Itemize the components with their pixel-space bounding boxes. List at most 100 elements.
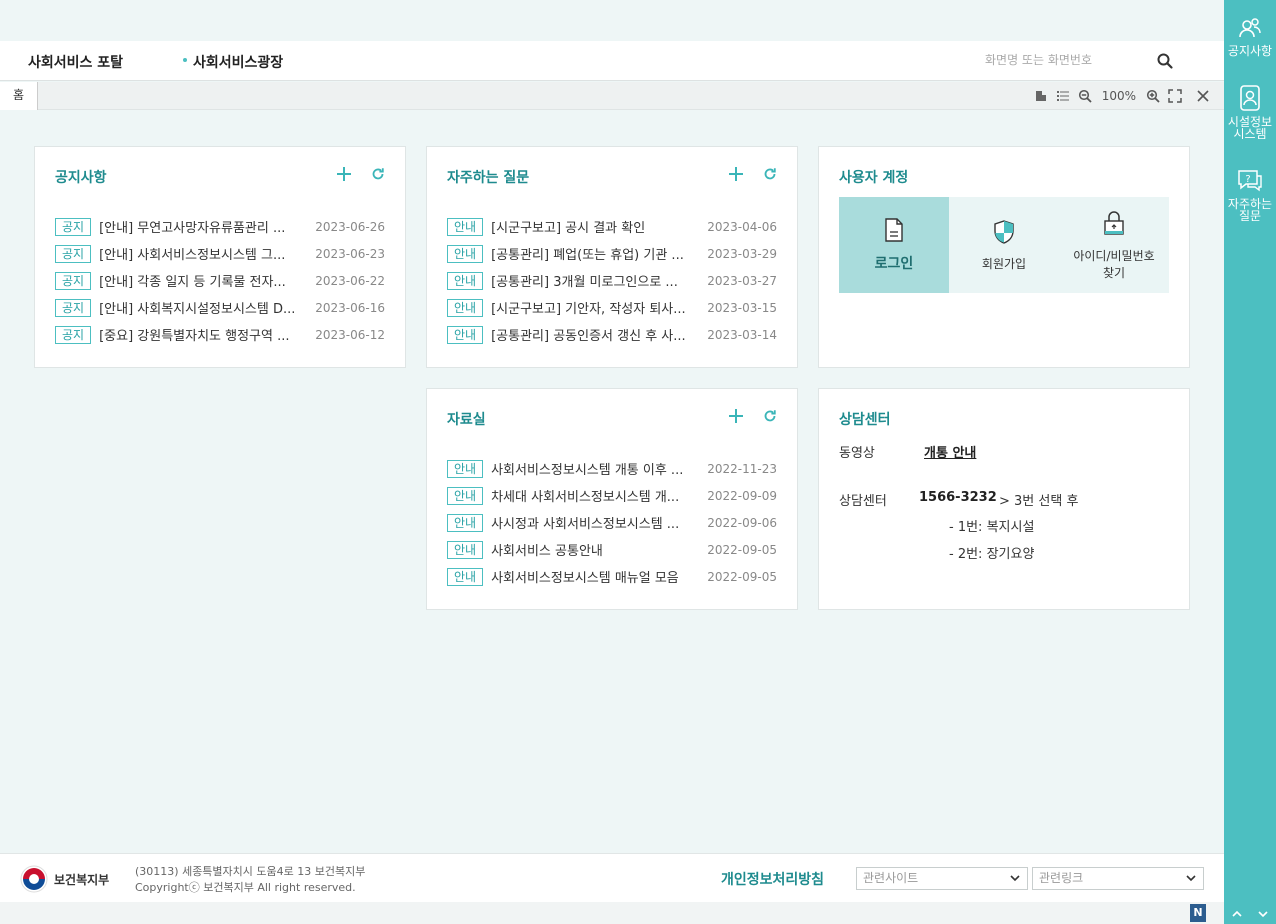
badge: 안내 [447, 486, 484, 505]
list-item[interactable]: 안내 [시군구보고] 공시 결과 확인 2023-04-06 [447, 213, 777, 240]
list-item[interactable]: 공지 [안내] 무연고사망자유류품관리 ... 2023-06-26 [55, 213, 385, 240]
bottom-bar [0, 902, 1224, 924]
notice-more-plus-icon[interactable] [335, 165, 353, 183]
library-refresh-icon[interactable] [761, 407, 779, 425]
faq-actions [727, 165, 779, 183]
badge: 안내 [447, 217, 484, 236]
list-item[interactable]: 안내 사회서비스정보시스템 개통 이후 ... 2022-11-23 [447, 455, 777, 482]
chevron-down-icon [1186, 875, 1196, 882]
search-icon[interactable] [1156, 52, 1174, 70]
right-quick-bar: 공지사항 시설정보 시스템 ? 자주하는 질문 [1224, 0, 1276, 924]
copyright-line: Copyrightⓒ 보건복지부 All right reserved. [135, 881, 356, 894]
badge: 안내 [447, 540, 484, 559]
badge: 공지 [55, 298, 92, 317]
related-links-select[interactable]: 관련링크 [1032, 867, 1204, 890]
nav-item-label: 사회서비스광장 [193, 55, 284, 71]
faq-refresh-icon[interactable] [761, 165, 779, 183]
shield-icon [994, 219, 1014, 244]
related-sites-select[interactable]: 관련사이트 [856, 867, 1028, 890]
faq-card: 자주하는 질문 안내 [시군구보고] 공시 결과 확인 2023-04-06 안내 [… [426, 146, 798, 368]
chevron-up-icon[interactable] [1230, 907, 1244, 921]
library-title: 자료실 [447, 412, 486, 428]
zoom-level: 100% [1101, 89, 1136, 103]
item-title: 사회서비스정보시스템 개통 이후 ... [491, 463, 684, 478]
item-date: 2023-06-22 [315, 273, 385, 288]
quick-faq[interactable]: ? 자주하는 질문 [1224, 168, 1276, 222]
view-tools: 100% [1034, 87, 1210, 105]
faq-more-plus-icon[interactable] [727, 165, 745, 183]
library-actions [727, 407, 779, 425]
counsel-title: 상담센터 [839, 412, 891, 428]
video-link[interactable]: 개통 안내 [924, 442, 976, 461]
badge: 안내 [447, 244, 484, 263]
list-item[interactable]: 공지 [안내] 사회복지시설정보시스템 D... 2023-06-16 [55, 294, 385, 321]
notice-title: 공지사항 [55, 170, 107, 186]
account-title: 사용자 계정 [839, 170, 909, 186]
notice-refresh-icon[interactable] [369, 165, 387, 183]
notice-list: 공지 [안내] 무연고사망자유류품관리 ... 2023-06-26 공지 [안내] … [55, 213, 385, 348]
portal-title[interactable]: 사회서비스 포탈 [28, 52, 123, 72]
item-date: 2023-06-26 [315, 219, 385, 234]
item-title: [안내] 사회서비스정보시스템 그... [99, 248, 286, 263]
video-label: 동영상 [839, 446, 875, 461]
zoom-out-icon[interactable] [1078, 89, 1092, 103]
list-item[interactable]: 안내 차세대 사회서비스정보시스템 개... 2022-09-09 [447, 482, 777, 509]
chevron-down-icon[interactable] [1256, 907, 1270, 921]
list-item[interactable]: 공지 [중요] 강원특별자치도 행정구역 ... 2023-06-12 [55, 321, 385, 348]
list-item[interactable]: 안내 [시군구보고] 기안자, 작성자 퇴사... 2023-03-15 [447, 294, 777, 321]
counsel-card: 상담센터 동영상 개통 안내 상담센터 1566-3232 > 3번 선택 후 … [818, 388, 1190, 610]
list-item[interactable]: 안내 [공통관리] 3개월 미로그인으로 ... 2023-03-27 [447, 267, 777, 294]
zoom-in-icon[interactable] [1146, 89, 1160, 103]
phone-number: 1566-3232 [919, 490, 997, 505]
account-card: 사용자 계정 로그인 회원가입 아이디/비밀번호 찾기 [818, 146, 1190, 368]
list-item[interactable]: 안내 [공통관리] 폐업(또는 휴업) 기관 ... 2023-03-29 [447, 240, 777, 267]
item-date: 2022-09-05 [707, 569, 777, 584]
login-label: 로그인 [874, 256, 914, 272]
n-badge[interactable]: N [1190, 904, 1206, 922]
related-sites-value: 관련사이트 [863, 871, 919, 885]
item-date: 2023-06-23 [315, 246, 385, 261]
item-title: [안내] 각종 일지 등 기록물 전자... [99, 275, 286, 290]
item-title: 사회서비스정보시스템 매뉴얼 모음 [491, 571, 679, 586]
list-item[interactable]: 안내 사회서비스정보시스템 매뉴얼 모음 2022-09-05 [447, 563, 777, 590]
center-label: 상담센터 [839, 494, 887, 509]
bookmark-icon[interactable] [1034, 89, 1048, 103]
list-item[interactable]: 안내 사시정과 사회서비스정보시스템 ... 2022-09-06 [447, 509, 777, 536]
ministry-logo[interactable]: 보건복지부 [20, 865, 109, 893]
list-item[interactable]: 안내 사회서비스 공통안내 2022-09-05 [447, 536, 777, 563]
nav-item-square[interactable]: 사회서비스광장 [183, 52, 283, 72]
item-title: 차세대 사회서비스정보시스템 개... [491, 490, 680, 505]
quick-notice[interactable]: 공지사항 [1224, 15, 1276, 57]
notice-card: 공지사항 공지 [안내] 무연고사망자유류품관리 ... 2023-06-26 공지… [34, 146, 406, 368]
list-item[interactable]: 공지 [안내] 사회서비스정보시스템 그... 2023-06-23 [55, 240, 385, 267]
item-title: [안내] 무연고사망자유류품관리 ... [99, 221, 286, 236]
item-date: 2022-11-23 [707, 461, 777, 476]
privacy-policy-link[interactable]: 개인정보처리방침 [721, 869, 824, 889]
footer-address: (30113) 세종특별자치시 도움4로 13 보건복지부 Copyrightⓒ… [135, 864, 365, 896]
find-account-button[interactable]: 아이디/비밀번호 찾기 [1059, 197, 1169, 293]
notice-actions [335, 165, 387, 183]
quick-facility-label-2: 시스템 [1233, 127, 1267, 141]
top-strip [0, 0, 1224, 41]
library-more-plus-icon[interactable] [727, 407, 745, 425]
item-date: 2022-09-06 [707, 515, 777, 530]
list-item[interactable]: 안내 [공통관리] 공동인증서 갱신 후 사... 2023-03-14 [447, 321, 777, 348]
list-item[interactable]: 공지 [안내] 각종 일지 등 기록물 전자... 2023-06-22 [55, 267, 385, 294]
option-1: - 1번: 복지시설 [949, 520, 1035, 535]
fullscreen-icon[interactable] [1168, 89, 1182, 103]
find-account-label-1: 아이디/비밀번호 [1073, 249, 1155, 263]
option-2: - 2번: 장기요양 [949, 547, 1035, 562]
quick-facility[interactable]: 시설정보 시스템 [1224, 84, 1276, 140]
close-icon[interactable] [1196, 89, 1210, 103]
login-button[interactable]: 로그인 [839, 197, 949, 293]
item-date: 2023-03-27 [707, 273, 777, 288]
footer: 보건복지부 (30113) 세종특별자치시 도움4로 13 보건복지부 Copy… [0, 853, 1224, 902]
signup-button[interactable]: 회원가입 [949, 197, 1059, 293]
item-date: 2022-09-05 [707, 542, 777, 557]
item-date: 2023-03-29 [707, 246, 777, 261]
search-input[interactable] [985, 48, 1135, 72]
badge: 안내 [447, 567, 484, 586]
svg-text:?: ? [1245, 174, 1250, 185]
list-view-icon[interactable] [1056, 89, 1070, 103]
tab-home[interactable]: 홈 [0, 82, 38, 110]
